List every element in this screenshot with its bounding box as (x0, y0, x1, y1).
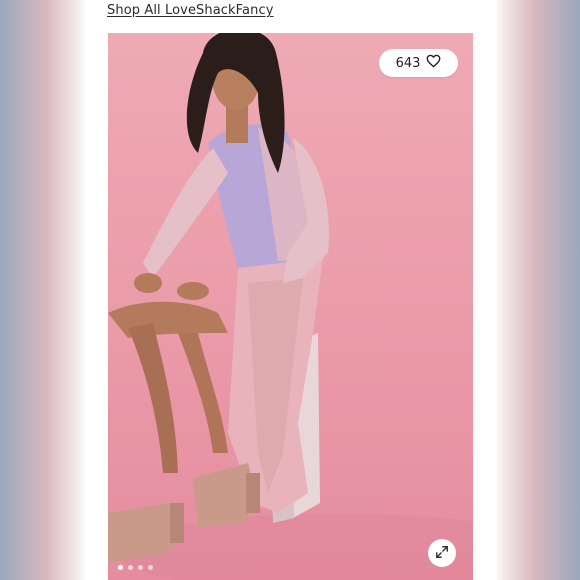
carousel-dot[interactable] (148, 565, 153, 570)
listing-frame: Shop All LoveShackFancy 643 (86, 0, 496, 580)
expand-arrows-icon (435, 544, 449, 563)
sleeve-left (143, 148, 228, 278)
carousel-dot[interactable] (138, 565, 143, 570)
carousel-dot[interactable] (118, 565, 123, 570)
shop-all-link[interactable]: Shop All LoveShackFancy (107, 3, 274, 18)
carousel-indicators[interactable] (118, 565, 153, 570)
thigh (108, 301, 228, 338)
product-photo-illustration (108, 33, 473, 580)
carousel-dot[interactable] (128, 565, 133, 570)
like-count: 643 (395, 55, 421, 71)
expand-photo-button[interactable] (428, 539, 456, 567)
heart-outline-icon (426, 54, 441, 72)
like-button[interactable]: 643 (379, 49, 458, 77)
back-leg (178, 333, 228, 453)
product-photo[interactable]: 643 (108, 33, 473, 580)
front-leg (128, 323, 178, 473)
